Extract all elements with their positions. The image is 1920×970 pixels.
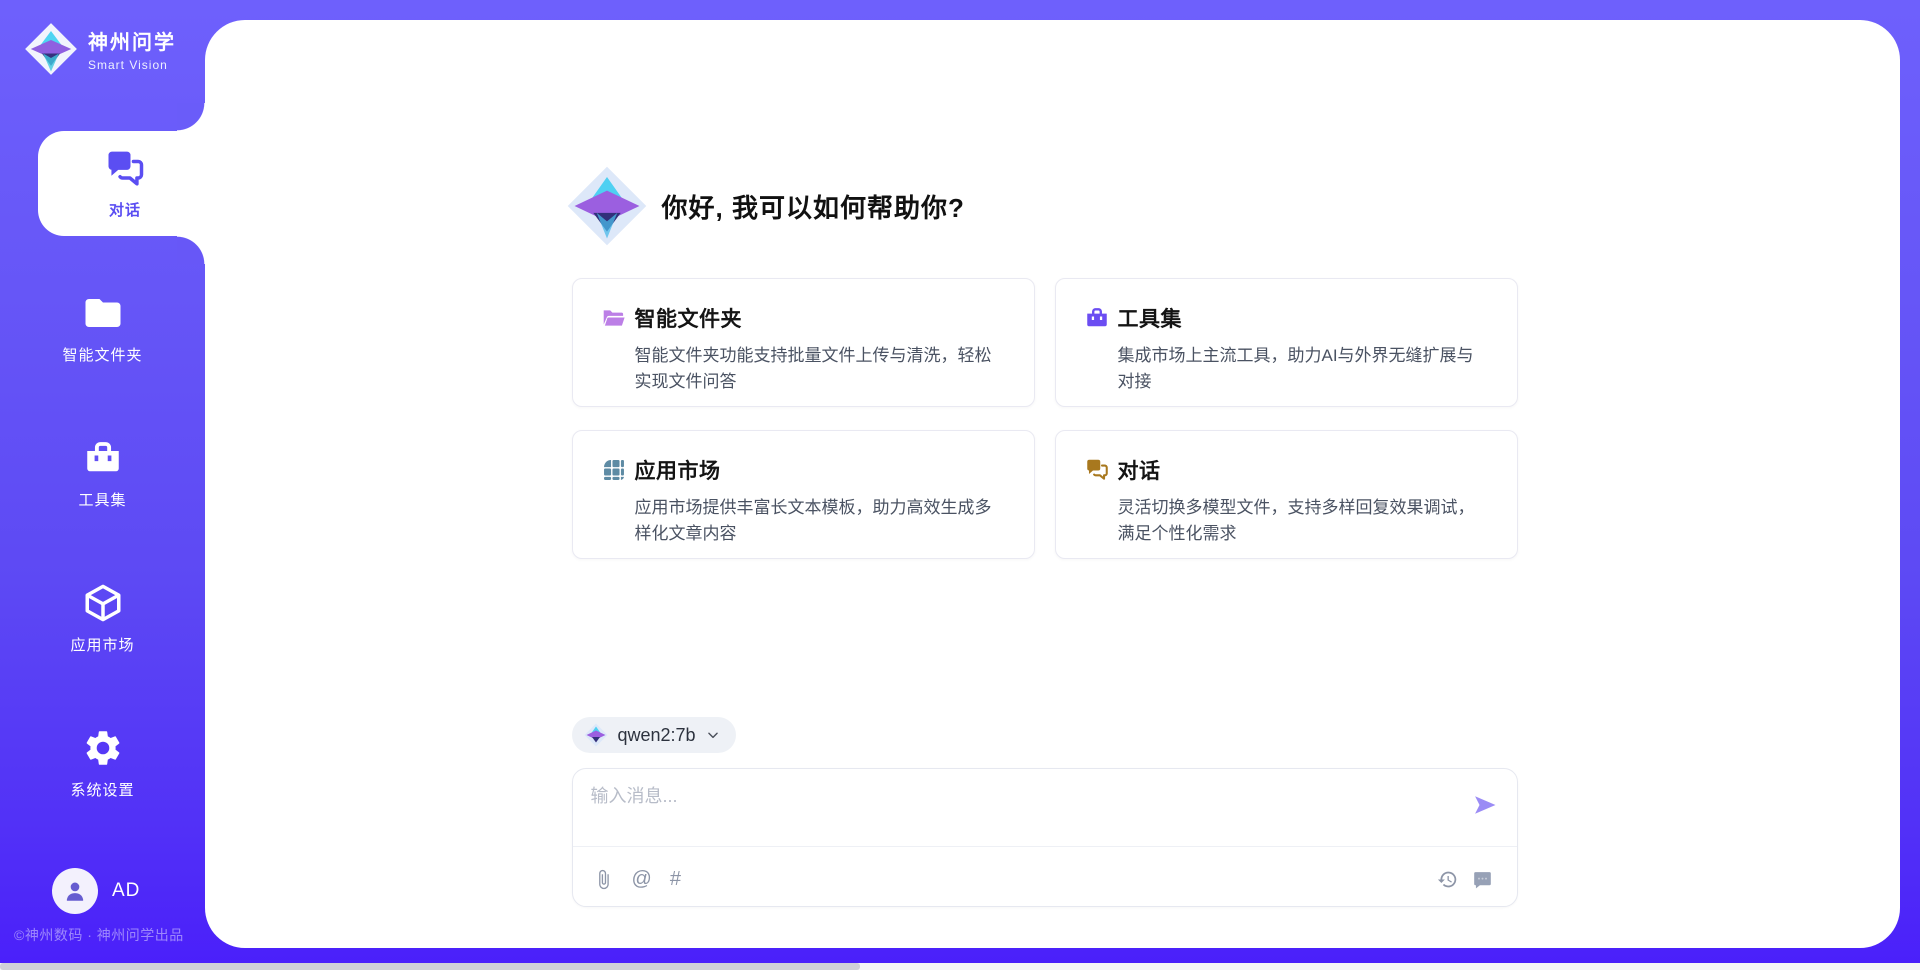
- card-app-market[interactable]: 应用市场 应用市场提供丰富长文本模板，助力高效生成多样化文章内容: [572, 430, 1035, 559]
- folder-open-icon: [601, 305, 627, 331]
- composer-toolbar: @ #: [593, 861, 1493, 897]
- horizontal-scrollbar: [0, 963, 1920, 970]
- model-name: qwen2:7b: [618, 725, 696, 746]
- avatar: [52, 868, 98, 914]
- cube-icon: [82, 582, 124, 624]
- toolbox-icon: [82, 437, 124, 479]
- person-icon: [62, 878, 88, 904]
- model-selector[interactable]: qwen2:7b: [572, 717, 736, 753]
- sidebar-item-label: 工具集: [78, 489, 126, 510]
- sidebar-item-label: 对话: [109, 199, 141, 220]
- card-chat[interactable]: 对话 灵活切换多模型文件，支持多样回复效果调试，满足个性化需求: [1055, 430, 1518, 559]
- message-composer: @ #: [572, 768, 1518, 907]
- sidebar-item-label: 系统设置: [70, 779, 134, 800]
- card-toolset[interactable]: 工具集 集成市场上主流工具，助力AI与外界无缝扩展与对接: [1055, 278, 1518, 407]
- tab-fillet-top: [177, 103, 205, 131]
- card-description: 集成市场上主流工具，助力AI与外界无缝扩展与对接: [1118, 343, 1489, 394]
- greeting-title: 你好, 我可以如何帮助你?: [662, 188, 965, 225]
- sidebar-item-app-market[interactable]: 应用市场: [0, 566, 205, 671]
- composer-divider: [573, 846, 1517, 847]
- spacer: [572, 559, 1518, 717]
- tab-fillet-bottom: [177, 236, 205, 264]
- card-title: 应用市场: [635, 455, 721, 485]
- chat-icon: [1084, 457, 1110, 483]
- assistant-diamond-icon: [566, 165, 648, 247]
- sidebar: 神州问学 Smart Vision 对话 智能文件夹 工具集 应用市场: [0, 0, 205, 970]
- sidebar-item-smart-folder[interactable]: 智能文件夹: [0, 276, 205, 381]
- send-icon[interactable]: [1471, 791, 1499, 819]
- sidebar-item-chat[interactable]: 对话: [38, 131, 212, 236]
- card-title: 智能文件夹: [635, 303, 743, 333]
- card-title: 工具集: [1118, 303, 1183, 333]
- sidebar-item-settings[interactable]: 系统设置: [0, 711, 205, 816]
- main-content: 你好, 我可以如何帮助你? 智能文件夹 智能文件夹功能支持批量文件上传与清洗，轻…: [572, 20, 1518, 948]
- model-diamond-icon: [584, 723, 608, 747]
- app-title: 神州问学: [88, 26, 176, 55]
- card-description: 应用市场提供丰富长文本模板，助力高效生成多样化文章内容: [635, 495, 1006, 546]
- card-description: 灵活切换多模型文件，支持多样回复效果调试，满足个性化需求: [1118, 495, 1489, 546]
- app-logo: 神州问学 Smart Vision: [24, 22, 176, 76]
- history-icon[interactable]: [1437, 869, 1458, 890]
- sidebar-item-label: 应用市场: [70, 634, 134, 655]
- mention-icon[interactable]: @: [632, 869, 652, 889]
- attach-file-icon[interactable]: [593, 869, 614, 890]
- horizontal-scrollbar-thumb[interactable]: [0, 963, 860, 970]
- hashtag-icon[interactable]: #: [670, 869, 681, 889]
- greeting: 你好, 我可以如何帮助你?: [566, 165, 1518, 247]
- sidebar-item-label: 智能文件夹: [62, 344, 142, 365]
- sidebar-item-toolset[interactable]: 工具集: [0, 421, 205, 526]
- copyright-text: ©神州数码 · 神州问学出品: [14, 925, 184, 945]
- user-account[interactable]: AD: [52, 868, 140, 914]
- message-input[interactable]: [591, 782, 1431, 840]
- feature-cards: 智能文件夹 智能文件夹功能支持批量文件上传与清洗，轻松实现文件问答 工具集 集成…: [572, 278, 1518, 559]
- card-title: 对话: [1118, 455, 1161, 485]
- grid-cube-icon: [601, 457, 627, 483]
- chat-icon: [103, 147, 147, 191]
- card-smart-folder[interactable]: 智能文件夹 智能文件夹功能支持批量文件上传与清洗，轻松实现文件问答: [572, 278, 1035, 407]
- chat-bubble-icon[interactable]: [1472, 869, 1493, 890]
- app-subtitle: Smart Vision: [88, 58, 176, 72]
- card-description: 智能文件夹功能支持批量文件上传与清洗，轻松实现文件问答: [635, 343, 1006, 394]
- gear-icon: [82, 727, 124, 769]
- brand-diamond-icon: [24, 22, 78, 76]
- user-name: AD: [112, 880, 140, 902]
- main-panel: 你好, 我可以如何帮助你? 智能文件夹 智能文件夹功能支持批量文件上传与清洗，轻…: [205, 20, 1900, 948]
- chevron-down-icon: [706, 728, 720, 742]
- folder-icon: [82, 292, 124, 334]
- briefcase-icon: [1084, 305, 1110, 331]
